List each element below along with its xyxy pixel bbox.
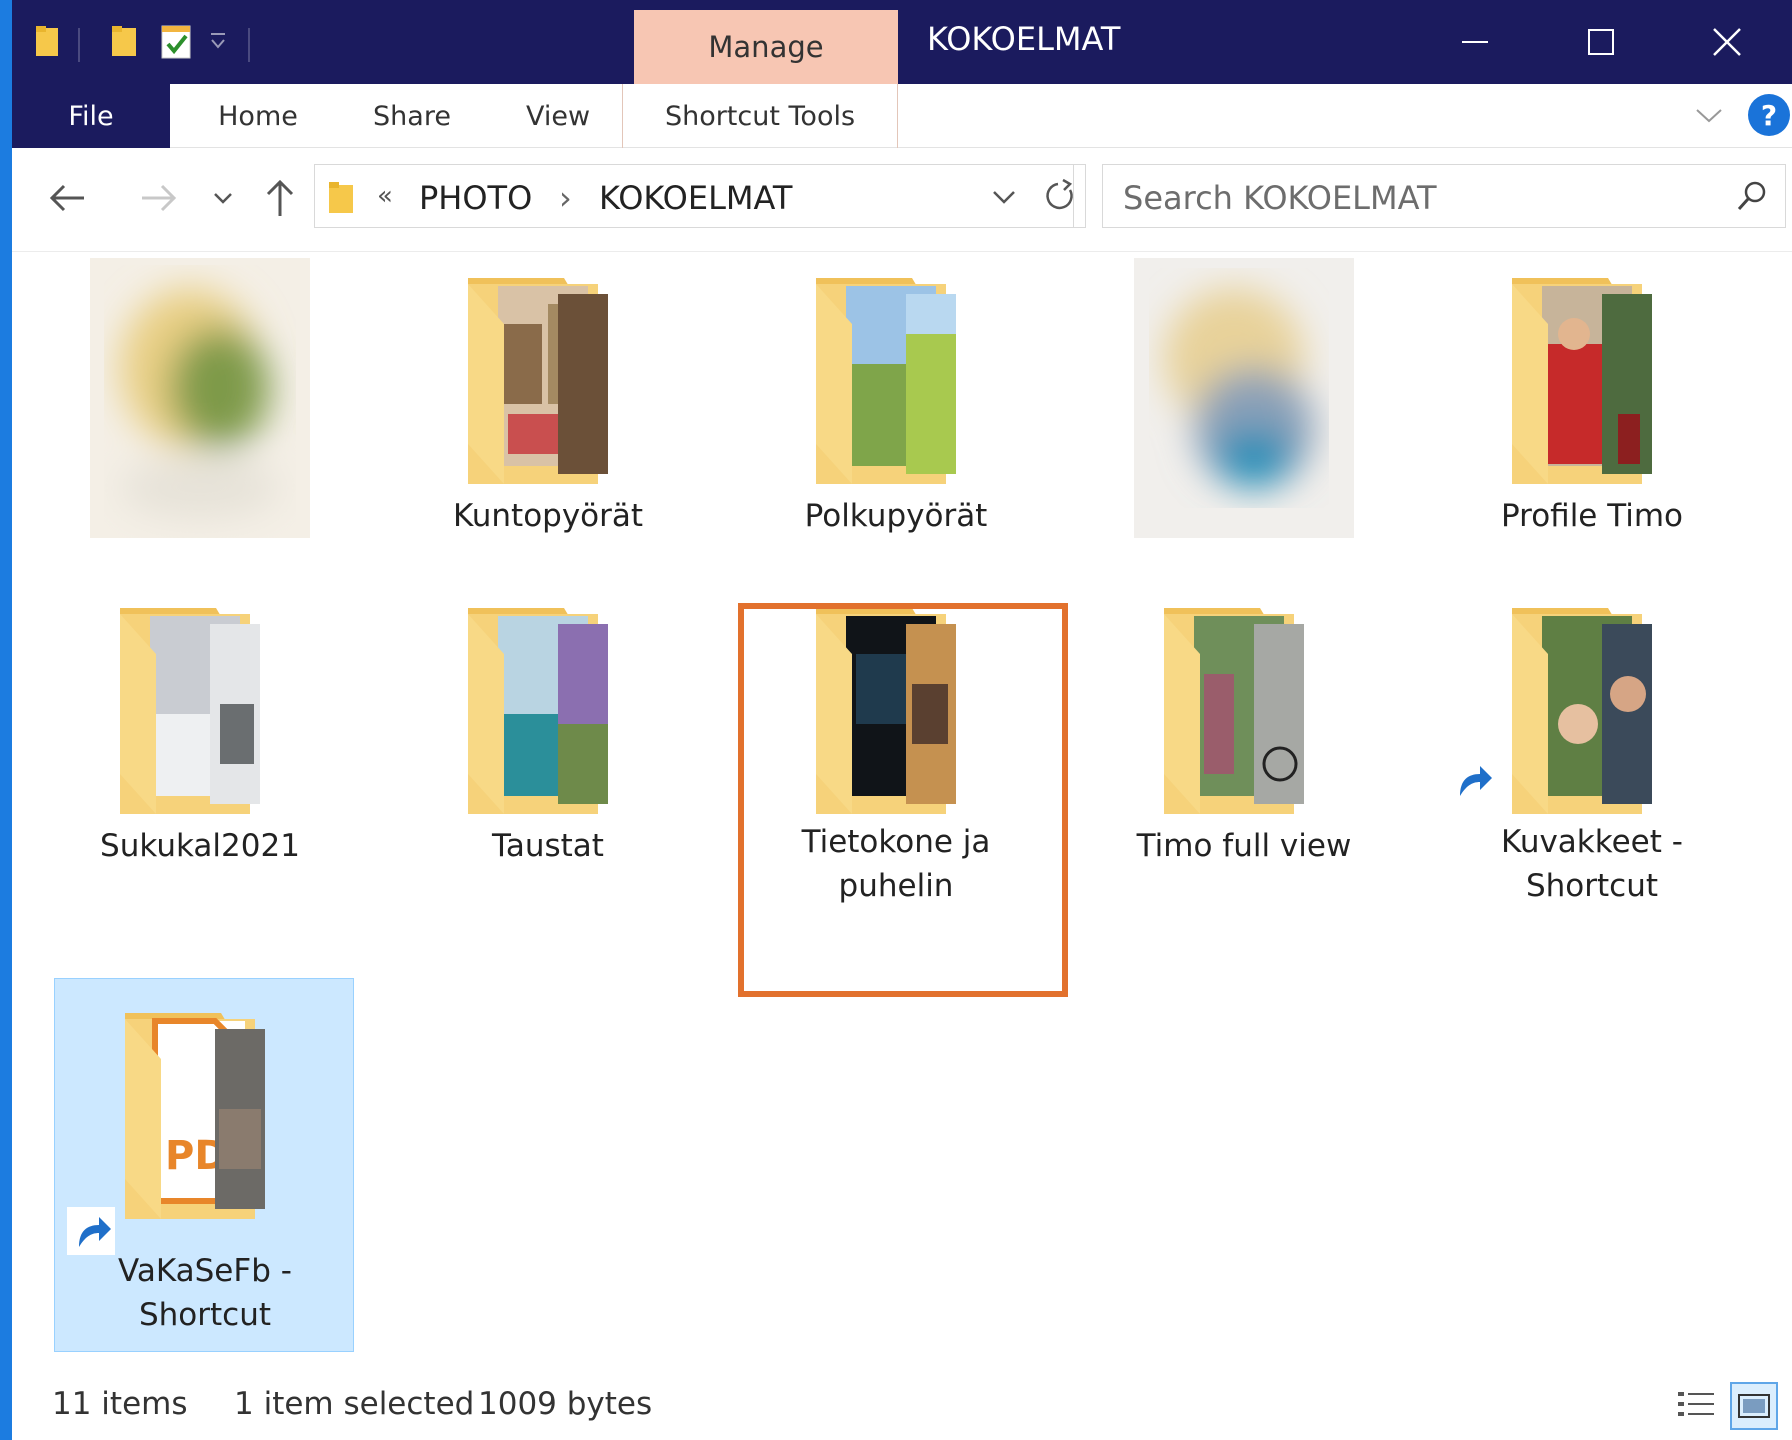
list-item[interactable]: Profile Timo	[1442, 258, 1742, 558]
breadcrumb-photo[interactable]: PHOTO	[419, 179, 532, 217]
folder-icon	[468, 278, 608, 484]
item-name-line-2: puhelin	[838, 868, 954, 904]
item-name-line-1: Kuvakkeet -	[1501, 824, 1683, 860]
list-item[interactable]: Kuntopyörät	[398, 258, 698, 558]
minimize-button[interactable]	[1412, 0, 1538, 84]
list-item[interactable]: Taustat	[398, 588, 698, 888]
close-icon	[1713, 28, 1741, 56]
maximize-icon	[1588, 29, 1614, 55]
help-icon[interactable]: ?	[1748, 94, 1790, 136]
folder-icon	[816, 278, 956, 484]
search-box[interactable]: Search KOKOELMAT	[1102, 164, 1786, 228]
address-dropdown-icon[interactable]	[991, 187, 1017, 211]
customize-toolbar-icon[interactable]	[208, 30, 228, 56]
chevron-down-icon	[214, 193, 232, 204]
breadcrumb-separator[interactable]: ›	[559, 179, 572, 217]
item-name: Sukukal2021	[100, 828, 300, 864]
item-name-line-2: Shortcut	[138, 1297, 272, 1333]
forward-arrow-icon	[142, 184, 177, 212]
list-item[interactable]: Sukukal2021	[50, 588, 350, 888]
tab-shortcut-tools[interactable]: Shortcut Tools	[622, 84, 898, 148]
recent-locations-button[interactable]	[208, 172, 238, 224]
properties-icon[interactable]	[160, 24, 194, 64]
folder-icon	[1164, 608, 1304, 814]
status-bar: 11 items 1 item selected 1009 bytes	[12, 1372, 1792, 1440]
item-count: 11 items	[52, 1386, 188, 1422]
list-item[interactable]: Kuvakkeet - Shortcut	[1442, 588, 1742, 904]
search-input[interactable]: Search KOKOELMAT	[1123, 179, 1437, 217]
shortcut-arrow-icon	[1448, 756, 1496, 808]
folder-icon: PDF	[125, 1013, 265, 1219]
tab-file[interactable]: File	[12, 84, 170, 148]
refresh-icon	[1045, 178, 1073, 210]
item-name: Profile Timo	[1500, 498, 1683, 534]
item-name: Taustat	[492, 828, 604, 864]
details-view-icon	[1678, 1392, 1714, 1416]
window-title: KOKOELMAT	[927, 20, 1121, 58]
large-icons-view-button[interactable]	[1730, 1382, 1778, 1430]
list-item[interactable]: Timo full view	[1094, 588, 1394, 888]
blurred-thumbnail	[1134, 258, 1354, 538]
list-item[interactable]	[1094, 258, 1394, 558]
details-view-button[interactable]	[1672, 1382, 1720, 1430]
item-name-line-1: Tietokone ja	[801, 824, 991, 860]
separator	[78, 28, 80, 62]
item-name: Timo full view	[1136, 828, 1352, 864]
up-button[interactable]	[260, 172, 300, 224]
folder-icon	[816, 608, 956, 814]
selection-size: 1009 bytes	[478, 1386, 653, 1422]
separator	[248, 28, 250, 62]
new-folder-icon[interactable]	[110, 24, 140, 62]
folder-icon	[468, 608, 608, 814]
list-item[interactable]: Tietokone ja puhelin	[746, 588, 1046, 904]
back-button[interactable]	[42, 172, 94, 224]
list-item[interactable]: Polkupyörät	[746, 258, 1046, 558]
tab-view[interactable]: View	[496, 84, 620, 148]
large-icons-view-icon	[1738, 1394, 1770, 1418]
item-name-line-1: VaKaSeFb -	[118, 1253, 292, 1289]
forward-button[interactable]	[132, 172, 184, 224]
search-icon[interactable]	[1735, 179, 1769, 217]
desktop-edge	[0, 0, 12, 1440]
minimize-icon	[1462, 41, 1488, 43]
list-item[interactable]	[50, 258, 350, 558]
back-arrow-icon	[49, 184, 84, 212]
folder-icon	[1512, 278, 1652, 484]
title-bar: Manage KOKOELMAT	[12, 0, 1792, 84]
navigation-bar: « PHOTO › KOKOELMAT Search KOKOELMAT	[12, 148, 1792, 252]
breadcrumb-kokoelmat[interactable]: KOKOELMAT	[599, 179, 792, 217]
folder-icon[interactable]	[34, 24, 62, 62]
folder-icon	[1512, 608, 1652, 814]
item-name: Polkupyörät	[804, 498, 988, 534]
folder-icon	[120, 608, 260, 814]
item-name: Kuntopyörät	[452, 498, 644, 534]
tab-home[interactable]: Home	[188, 84, 328, 148]
overflow-chevron[interactable]: «	[377, 181, 393, 211]
item-name-line-2: Shortcut	[1525, 868, 1659, 904]
maximize-button[interactable]	[1538, 0, 1664, 84]
tab-share[interactable]: Share	[342, 84, 482, 148]
address-bar[interactable]: « PHOTO › KOKOELMAT	[314, 164, 1074, 228]
close-button[interactable]	[1664, 0, 1790, 84]
refresh-button[interactable]	[1034, 164, 1086, 228]
selection-count: 1 item selected	[234, 1386, 475, 1422]
ribbon: File Home Share View Shortcut Tools ?	[12, 84, 1792, 148]
file-list: Kuntopyörät Polkupyörät Profile Timo Suk…	[12, 252, 1792, 1372]
expand-ribbon-icon[interactable]	[1694, 102, 1724, 132]
blurred-thumbnail	[90, 258, 310, 538]
folder-icon	[327, 179, 357, 219]
manage-tab[interactable]: Manage	[634, 10, 898, 84]
up-arrow-icon	[266, 179, 294, 216]
list-item-selected[interactable]: PDF VaKaSeFb - Shortcut	[54, 978, 354, 1352]
